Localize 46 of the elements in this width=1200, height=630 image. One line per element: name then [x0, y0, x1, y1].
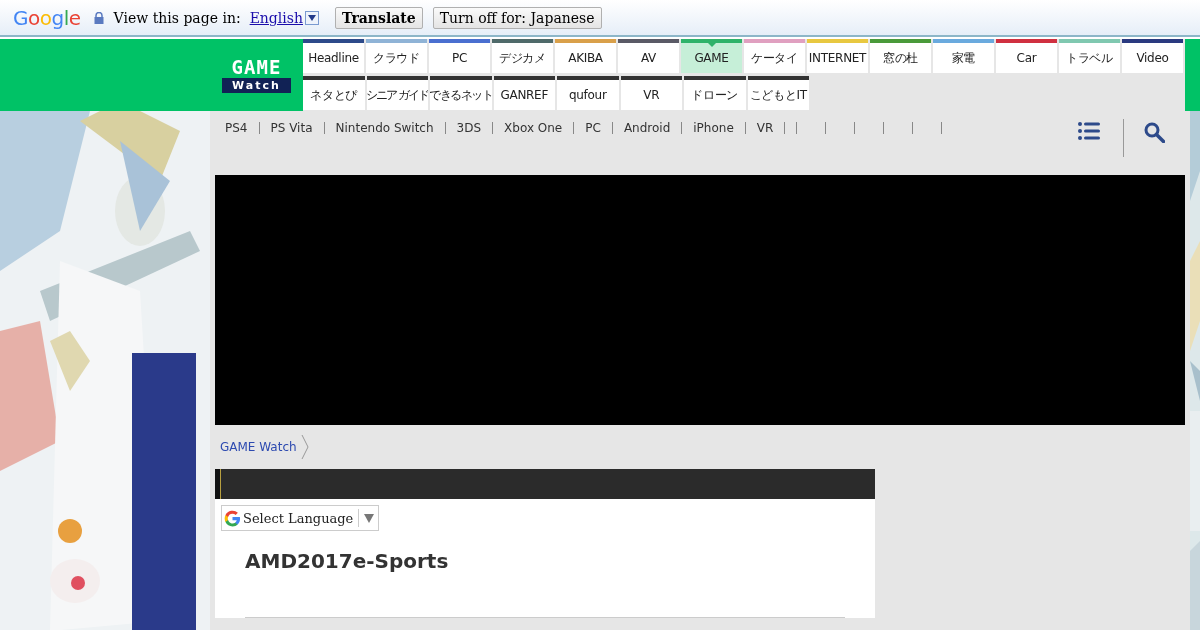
nav-tab[interactable]: シニア ガイド	[366, 76, 428, 110]
nav-tab[interactable]: GAME	[681, 39, 742, 73]
translate-prompt: View this page in:	[113, 9, 241, 26]
nav-tab[interactable]: Video	[1122, 39, 1183, 73]
category-link[interactable]: Android	[623, 122, 671, 134]
nav-tab[interactable]: こどもとIT	[747, 76, 809, 110]
dropdown-icon[interactable]	[305, 10, 319, 25]
nav-tab[interactable]: AKIBA	[555, 39, 616, 73]
category-link[interactable]: Nintendo Switch	[335, 122, 434, 134]
nav-tab[interactable]: INTERNET	[807, 39, 868, 73]
nav-tab[interactable]: トラベル	[1059, 39, 1120, 73]
category-link[interactable]: PS4	[225, 122, 248, 134]
breadcrumb-link[interactable]: GAME Watch	[220, 440, 297, 454]
category-link[interactable]: iPhone	[693, 122, 734, 134]
chevron-icon	[300, 434, 309, 460]
nav-tab[interactable]: Car	[996, 39, 1057, 73]
nav-tab[interactable]: Headline	[303, 39, 364, 73]
nav-tab[interactable]: VR	[620, 76, 682, 110]
nav-tab[interactable]: 家電	[933, 39, 994, 73]
translate-button[interactable]: Translate	[335, 6, 423, 29]
lock-icon	[93, 11, 104, 24]
dropdown-icon	[364, 513, 375, 523]
nav-tab[interactable]: ドローン	[684, 76, 746, 110]
nav-tab[interactable]: qufour	[557, 76, 619, 110]
nav-tab[interactable]: AV	[618, 39, 679, 73]
language-select[interactable]: Select Language	[221, 505, 380, 531]
language-link[interactable]: English	[249, 9, 303, 26]
google-logo: Google	[13, 5, 81, 30]
category-link[interactable]: VR	[756, 122, 774, 134]
category-link[interactable]: Xbox One	[504, 122, 563, 134]
category-link[interactable]: PC	[585, 122, 601, 134]
nav-tab[interactable]: デジカメ	[492, 39, 553, 73]
nav-tab[interactable]: ケータイ	[744, 39, 805, 73]
nav-tab[interactable]: 窓の杜	[870, 39, 931, 73]
nav-tab[interactable]: GANREF	[493, 76, 555, 110]
nav-tab[interactable]: クラウド	[366, 39, 427, 73]
nav-tab[interactable]: ネタとぴ	[303, 76, 365, 110]
nav-tab[interactable]: PC	[429, 39, 490, 73]
google-icon	[224, 509, 241, 527]
category-link[interactable]: 3DS	[456, 122, 482, 134]
category-link[interactable]: PS Vita	[270, 122, 313, 134]
search-icon[interactable]	[1144, 122, 1165, 143]
article-title: AMD2017e-Sports	[245, 549, 450, 573]
nav-tab[interactable]: できるネット	[430, 76, 492, 110]
menu-icon[interactable]	[1078, 122, 1100, 140]
turn-off-button[interactable]: Turn off for: Japanese	[432, 6, 602, 29]
